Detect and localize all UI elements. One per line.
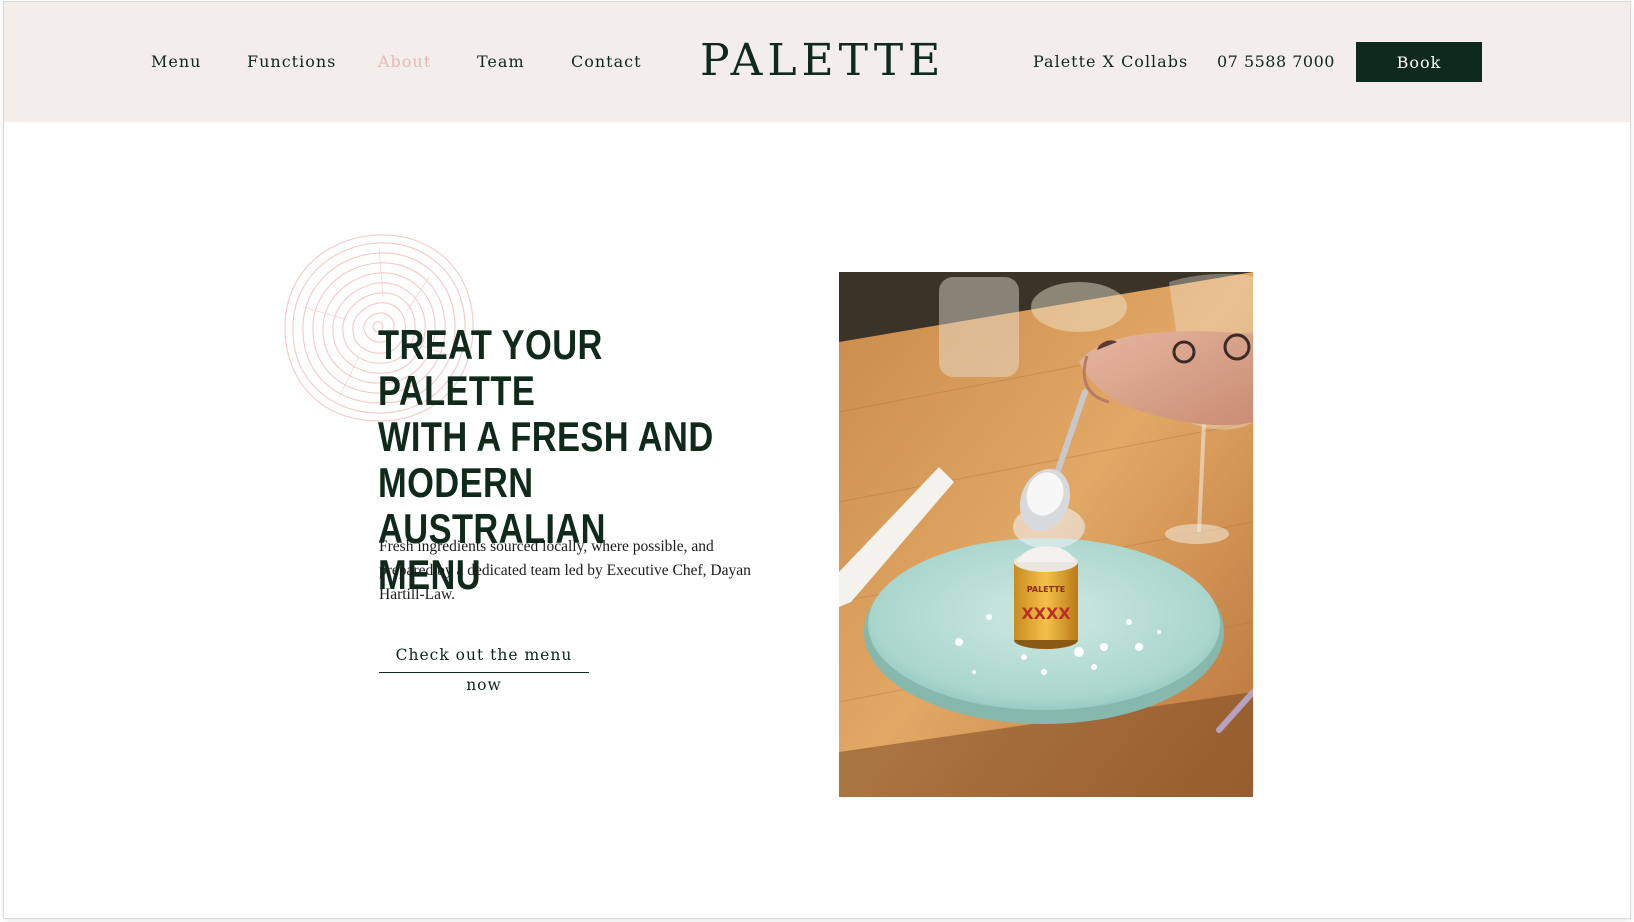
book-button[interactable]: Book bbox=[1356, 42, 1482, 82]
phone-link[interactable]: 07 5588 7000 bbox=[1217, 52, 1335, 71]
jar-label-main: XXXX bbox=[1021, 604, 1071, 623]
nav-functions[interactable]: Functions bbox=[247, 52, 336, 71]
intro-line: Fresh ingredients sourced locally, where… bbox=[379, 538, 714, 555]
nav-contact[interactable]: Contact bbox=[571, 52, 642, 71]
nav-collabs[interactable]: Palette X Collabs bbox=[1033, 52, 1188, 71]
headline-line: TREAT YOUR PALETTE bbox=[378, 321, 603, 414]
headline-line: WITH A FRESH AND bbox=[378, 413, 714, 460]
nav-team[interactable]: Team bbox=[477, 52, 525, 71]
hero-intro: Fresh ingredients sourced locally, where… bbox=[379, 535, 789, 607]
browser-page: Menu Functions About Team Contact PALETT… bbox=[4, 2, 1630, 918]
nav-about[interactable]: About bbox=[378, 52, 431, 71]
menu-cta-link[interactable]: Check out the menu now bbox=[379, 640, 589, 694]
site-header: Menu Functions About Team Contact PALETT… bbox=[4, 2, 1630, 122]
dessert-photo: PALETTE XXXX bbox=[839, 272, 1253, 797]
intro-line: Hartill-Law. bbox=[379, 586, 456, 603]
site-logo[interactable]: PALETTE bbox=[700, 36, 940, 86]
intro-line: prepared by a dedicated team led by Exec… bbox=[379, 562, 751, 579]
nav-menu[interactable]: Menu bbox=[151, 52, 201, 71]
jar-label-top: PALETTE bbox=[1027, 585, 1065, 594]
